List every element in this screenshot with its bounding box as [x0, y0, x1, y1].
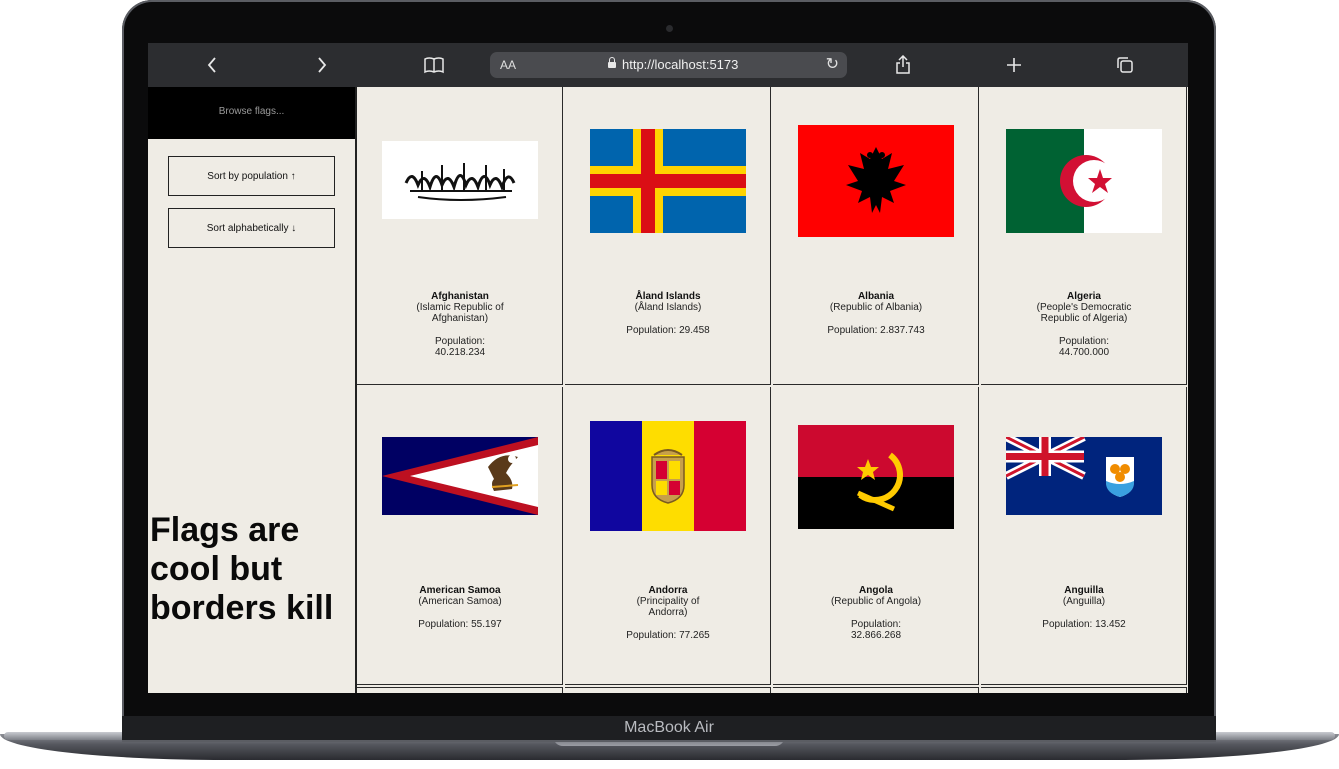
country-card-partial [357, 687, 563, 693]
forward-icon[interactable] [306, 49, 338, 81]
country-population: Population: 29.458 [626, 325, 710, 336]
country-population: Population: 44.700.000 [1058, 336, 1110, 358]
country-card[interactable]: American Samoa (American Samoa) Populati… [357, 387, 563, 685]
country-name: Angola [859, 585, 893, 596]
aland-islands-flag-icon [590, 129, 746, 233]
country-official-name: (Åland Islands) [634, 302, 702, 313]
country-name: Afghanistan [431, 291, 489, 302]
camera-icon [666, 25, 673, 32]
country-card[interactable]: Anguilla (Anguilla) Population: 13.452 [981, 387, 1187, 685]
country-card-partial [773, 687, 979, 693]
country-info: Algeria (People's Democratic Republic of… [981, 291, 1187, 358]
sort-population-button[interactable]: Sort by population ↑ [168, 156, 335, 196]
reader-view-button[interactable]: AA [500, 52, 516, 78]
country-name: Algeria [1067, 291, 1101, 302]
country-info: American Samoa (American Samoa) Populati… [357, 585, 563, 630]
sidebar-header: Browse flags... [148, 87, 355, 139]
anguilla-flag-icon [1006, 437, 1162, 515]
country-official-name: (Principality of Andorra) [636, 596, 700, 618]
country-card[interactable]: Afghanistan (Islamic Republic of Afghani… [357, 87, 563, 385]
country-card[interactable]: Andorra (Principality of Andorra) Popula… [565, 387, 771, 685]
country-info: Åland Islands (Åland Islands) Population… [565, 291, 771, 336]
country-official-name: (Republic of Angola) [830, 596, 922, 607]
country-population: Population: 32.866.268 [850, 619, 902, 641]
country-info: Angola (Republic of Angola) Population: … [773, 585, 979, 641]
country-name: Albania [857, 291, 895, 302]
country-population: Population: 2.837.743 [827, 325, 925, 336]
back-icon[interactable] [196, 49, 228, 81]
url-value: http://localhost:5173 [622, 57, 739, 72]
country-info: Andorra (Principality of Andorra) Popula… [565, 585, 771, 641]
new-tab-icon[interactable] [998, 49, 1030, 81]
country-grid: Afghanistan (Islamic Republic of Afghani… [357, 87, 1188, 693]
country-official-name: (American Samoa) [418, 596, 502, 607]
andorra-flag-icon [590, 421, 746, 531]
country-card[interactable]: Albania (Republic of Albania) Population… [773, 87, 979, 385]
tagline: Flags are cool but borders kill [150, 511, 334, 627]
reload-icon[interactable]: ↻ [826, 52, 839, 78]
angola-flag-icon [798, 425, 954, 529]
country-card[interactable]: Algeria (People's Democratic Republic of… [981, 87, 1187, 385]
url-text[interactable]: http://localhost:5173 [608, 52, 738, 78]
country-population: Population: 13.452 [1042, 619, 1126, 630]
sidebar: Browse flags... Sort by population ↑ Sor… [148, 87, 357, 693]
bookmarks-icon[interactable] [418, 49, 450, 81]
country-population: Population: 55.197 [418, 619, 502, 630]
country-name: Anguilla [1064, 585, 1104, 596]
country-name: Andorra [648, 585, 688, 596]
country-card-partial [565, 687, 771, 693]
country-card[interactable]: Åland Islands (Åland Islands) Population… [565, 87, 771, 385]
country-population: Population: 77.265 [626, 630, 710, 641]
american-samoa-flag-icon [382, 437, 538, 515]
country-info: Albania (Republic of Albania) Population… [773, 291, 979, 336]
country-name: Åland Islands [635, 291, 701, 302]
country-official-name: (Anguilla) [1062, 596, 1106, 607]
afghanistan-flag-icon [382, 141, 538, 219]
country-card[interactable]: Angola (Republic of Angola) Population: … [773, 387, 979, 685]
lock-icon [608, 57, 616, 68]
address-bar[interactable]: AA http://localhost:5173 ↻ [490, 52, 847, 78]
country-card-partial [981, 687, 1187, 693]
browser-screen: AA http://localhost:5173 ↻ Browse flags.… [148, 43, 1188, 693]
share-icon[interactable] [887, 49, 919, 81]
country-official-name: (Republic of Albania) [829, 302, 923, 313]
country-name: American Samoa [419, 585, 501, 596]
country-info: Afghanistan (Islamic Republic of Afghani… [357, 291, 563, 358]
albania-flag-icon [798, 125, 954, 237]
algeria-flag-icon [1006, 129, 1162, 233]
country-info: Anguilla (Anguilla) Population: 13.452 [981, 585, 1187, 630]
country-population: Population: 40.218.234 [434, 336, 486, 358]
browser-toolbar: AA http://localhost:5173 ↻ [148, 43, 1188, 87]
sort-alphabetically-button[interactable]: Sort alphabetically ↓ [168, 208, 335, 248]
device-label: MacBook Air [122, 716, 1216, 740]
country-official-name: (Islamic Republic of Afghanistan) [416, 302, 504, 324]
country-official-name: (People's Democratic Republic of Algeria… [1036, 302, 1132, 324]
tabs-overview-icon[interactable] [1109, 49, 1141, 81]
